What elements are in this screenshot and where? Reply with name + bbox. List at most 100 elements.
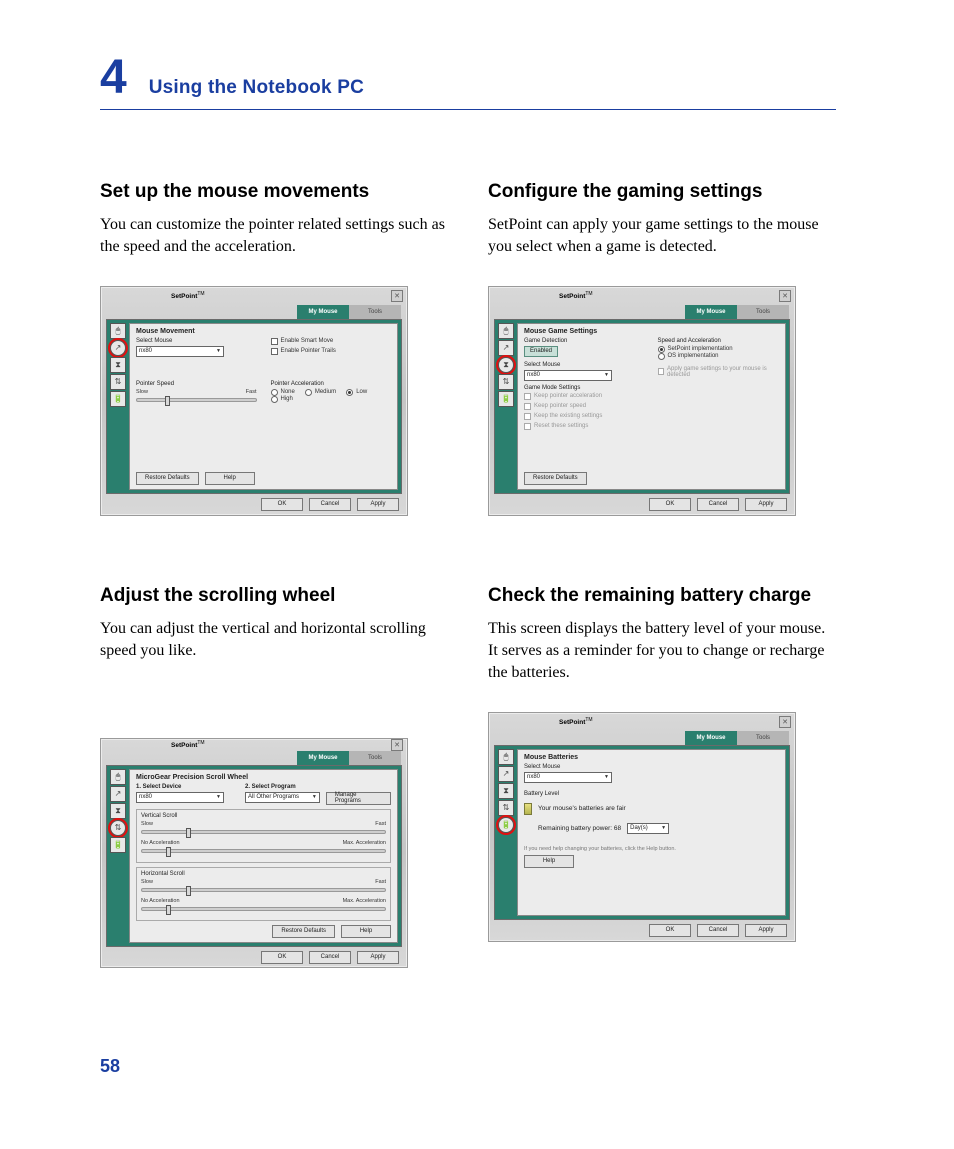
mouse-icon[interactable]: 🖱: [498, 323, 514, 339]
close-icon[interactable]: ✕: [779, 716, 791, 728]
tab-my-mouse[interactable]: My Mouse: [297, 305, 349, 319]
apply-button[interactable]: Apply: [745, 498, 787, 511]
os-impl-radio[interactable]: OS implementation: [658, 353, 770, 360]
help-button[interactable]: Help: [524, 855, 574, 868]
vertical-speed-slider[interactable]: [141, 830, 386, 834]
select-mouse-label: Select Mouse: [524, 362, 646, 368]
accel-high-radio[interactable]: High: [271, 396, 293, 403]
cancel-button[interactable]: Cancel: [697, 498, 739, 511]
section-body-scroll: You can adjust the vertical and horizont…: [100, 618, 448, 662]
horizontal-speed-slider[interactable]: [141, 888, 386, 892]
scroll-icon[interactable]: ⇅: [110, 374, 126, 390]
game-mode-chk-3: Keep the existing settings: [524, 413, 779, 420]
movement-icon[interactable]: ↗: [110, 340, 126, 356]
setpoint-title: SetPointTM: [171, 291, 205, 300]
game-icon[interactable]: ⧗: [498, 783, 514, 799]
game-mode-label: Game Mode Settings: [524, 385, 779, 391]
restore-defaults-button[interactable]: Restore Defaults: [524, 472, 587, 485]
tab-tools[interactable]: Tools: [737, 731, 789, 745]
movement-icon[interactable]: ↗: [498, 766, 514, 782]
accel-low-radio[interactable]: Low: [346, 389, 367, 396]
close-icon[interactable]: ✕: [391, 290, 403, 302]
battery-status-text: Your mouse's batteries are fair: [538, 805, 626, 812]
setpoint-window-gaming: SetPointTM ✕ My Mouse Tools 🖱 ↗ ⧗ ⇅: [488, 286, 796, 516]
pointer-trails-checkbox[interactable]: Enable Pointer Trails: [271, 348, 392, 355]
section-title-battery: Check the remaining battery charge: [488, 584, 836, 608]
ok-button[interactable]: OK: [261, 951, 303, 964]
horizontal-accel-slider[interactable]: [141, 907, 386, 911]
ok-button[interactable]: OK: [649, 924, 691, 937]
apply-button[interactable]: Apply: [357, 498, 399, 511]
apply-hint-checkbox: Apply game settings to your mouse is det…: [658, 366, 780, 378]
chapter-title: Using the Notebook PC: [149, 77, 364, 99]
accel-medium-radio[interactable]: Medium: [305, 389, 336, 396]
section-body-battery: This screen displays the battery level o…: [488, 618, 836, 684]
game-icon[interactable]: ⧗: [498, 357, 514, 373]
cancel-button[interactable]: Cancel: [309, 498, 351, 511]
game-mode-chk-4: Reset these settings: [524, 423, 779, 430]
tab-tools[interactable]: Tools: [737, 305, 789, 319]
setpoint-title: SetPointTM: [171, 740, 205, 749]
battery-icon[interactable]: 🔋: [110, 391, 126, 407]
battery-unit-select[interactable]: Day(s)▼: [627, 823, 669, 834]
battery-icon[interactable]: 🔋: [498, 391, 514, 407]
section-body-gaming: SetPoint can apply your game settings to…: [488, 214, 836, 258]
smart-move-checkbox[interactable]: Enable Smart Move: [271, 338, 392, 345]
panel-title: Mouse Movement: [136, 328, 391, 335]
scroll-icon[interactable]: ⇅: [498, 374, 514, 390]
ok-button[interactable]: OK: [261, 498, 303, 511]
setpoint-title: SetPointTM: [559, 717, 593, 726]
vertical-accel-slider[interactable]: [141, 849, 386, 853]
tab-my-mouse[interactable]: My Mouse: [297, 751, 349, 765]
help-button[interactable]: Help: [205, 472, 255, 485]
battery-help-hint: If you need help changing your batteries…: [524, 846, 779, 852]
pointer-speed-slider[interactable]: [136, 398, 257, 402]
mouse-icon[interactable]: 🖱: [498, 749, 514, 765]
movement-icon[interactable]: ↗: [110, 786, 126, 802]
scroll-icon[interactable]: ⇅: [110, 820, 126, 836]
select-mouse-label: Select Mouse: [136, 338, 257, 344]
panel-title: Mouse Game Settings: [524, 328, 779, 335]
section-body-mouse-movements: You can customize the pointer related se…: [100, 214, 448, 258]
help-button[interactable]: Help: [341, 925, 391, 938]
tab-tools[interactable]: Tools: [349, 305, 401, 319]
setpoint-window-battery: SetPointTM ✕ My Mouse Tools 🖱 ↗ ⧗ ⇅: [488, 712, 796, 942]
scroll-icon[interactable]: ⇅: [498, 800, 514, 816]
apply-button[interactable]: Apply: [357, 951, 399, 964]
mouse-select[interactable]: nx80▼: [524, 370, 612, 381]
game-icon[interactable]: ⧗: [110, 803, 126, 819]
setpoint-window-mouse-movement: SetPointTM ✕ My Mouse Tools 🖱 ↗ ⧗ ⇅: [100, 286, 408, 516]
game-icon[interactable]: ⧗: [110, 357, 126, 373]
program-select[interactable]: All Other Programs▼: [245, 792, 320, 803]
cancel-button[interactable]: Cancel: [697, 924, 739, 937]
manage-programs-button[interactable]: Manage Programs: [326, 792, 391, 805]
enabled-button[interactable]: Enabled: [524, 346, 558, 357]
movement-icon[interactable]: ↗: [498, 340, 514, 356]
setpoint-impl-radio[interactable]: SetPoint implementation: [658, 346, 770, 353]
accel-none-radio[interactable]: None: [271, 389, 295, 396]
tab-tools[interactable]: Tools: [349, 751, 401, 765]
setpoint-window-scroll: SetPointTM ✕ My Mouse Tools 🖱 ↗ ⧗ ⇅: [100, 738, 408, 968]
mouse-select[interactable]: nx80▼: [136, 346, 224, 357]
panel-title: MicroGear Precision Scroll Wheel: [136, 774, 391, 781]
battery-level-icon: [524, 803, 532, 815]
speed-accel-label: Speed and Acceleration: [658, 338, 780, 344]
close-icon[interactable]: ✕: [779, 290, 791, 302]
mouse-icon[interactable]: 🖱: [110, 323, 126, 339]
battery-icon[interactable]: 🔋: [110, 837, 126, 853]
tab-my-mouse[interactable]: My Mouse: [685, 305, 737, 319]
restore-defaults-button[interactable]: Restore Defaults: [272, 925, 335, 938]
cancel-button[interactable]: Cancel: [309, 951, 351, 964]
select-mouse-label: Select Mouse: [524, 764, 779, 770]
close-icon[interactable]: ✕: [391, 739, 403, 751]
mouse-select[interactable]: nx80▼: [524, 772, 612, 783]
game-detection-label: Game Detection: [524, 338, 646, 344]
ok-button[interactable]: OK: [649, 498, 691, 511]
tab-my-mouse[interactable]: My Mouse: [685, 731, 737, 745]
mouse-icon[interactable]: 🖱: [110, 769, 126, 785]
pointer-speed-label: Pointer Speed: [136, 381, 257, 387]
restore-defaults-button[interactable]: Restore Defaults: [136, 472, 199, 485]
device-select[interactable]: nx80▼: [136, 792, 224, 803]
apply-button[interactable]: Apply: [745, 924, 787, 937]
battery-icon[interactable]: 🔋: [498, 817, 514, 833]
